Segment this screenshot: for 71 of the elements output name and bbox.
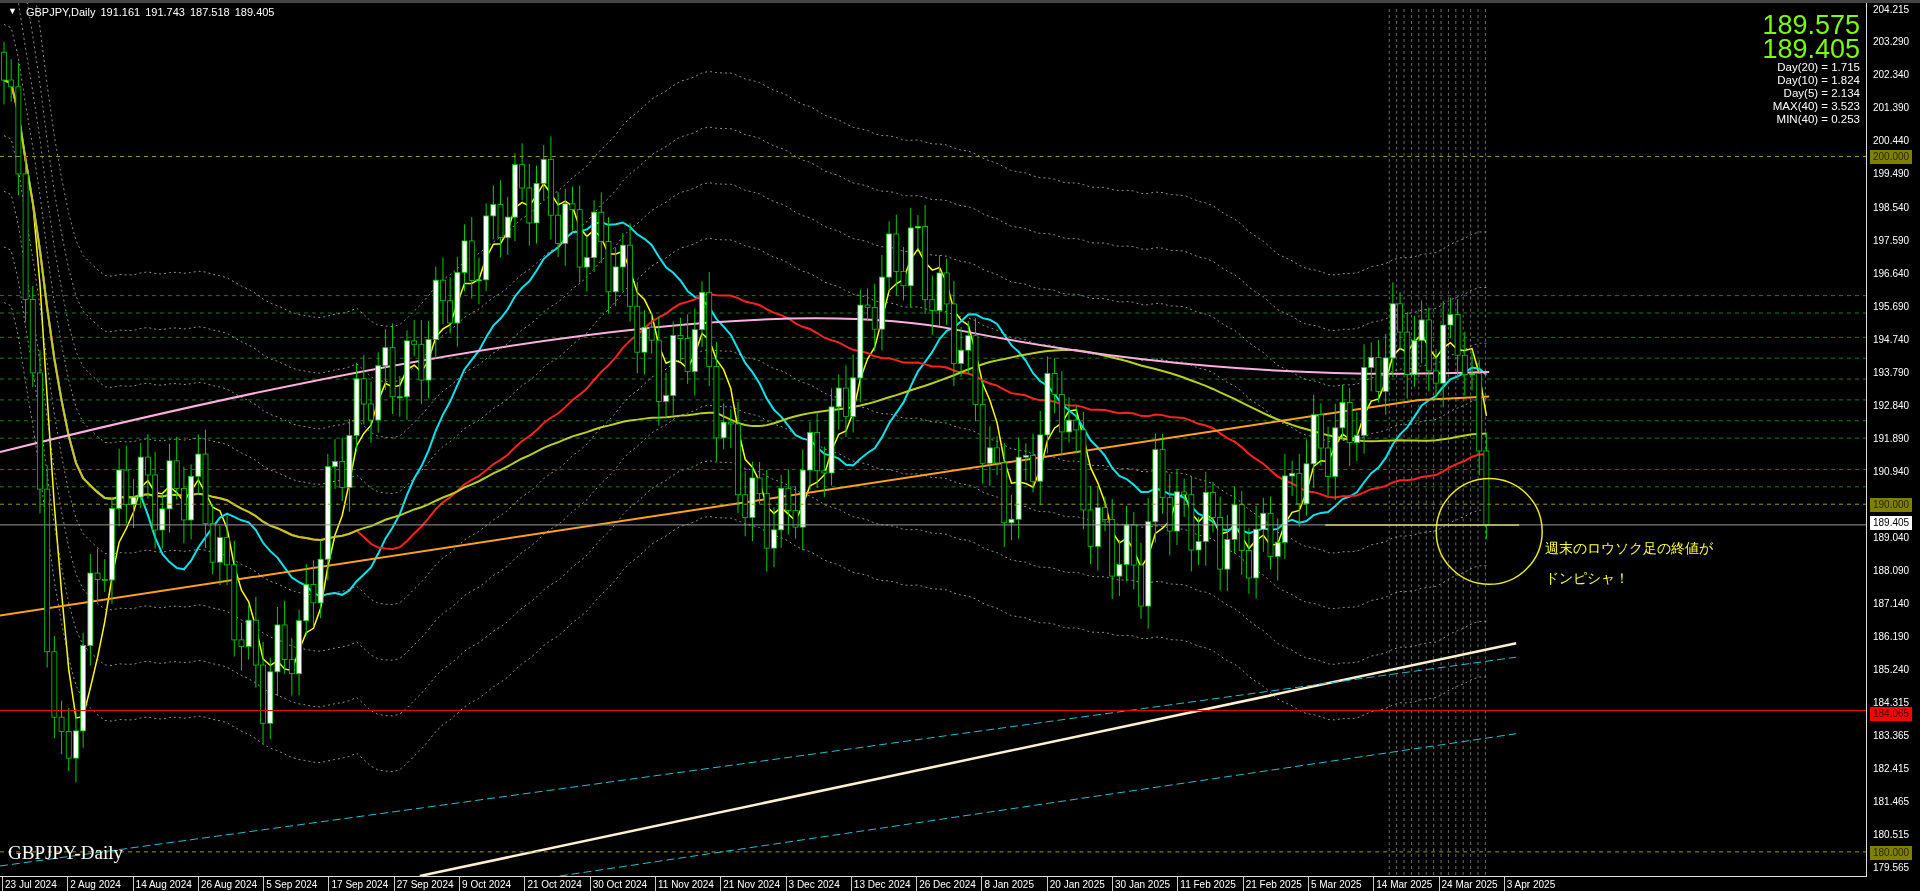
range-stat: Day(10) = 1.824: [1776, 74, 1860, 87]
price-tick: 180.515: [1873, 827, 1910, 842]
date-tick: 3 Apr 2025: [1503, 877, 1570, 891]
price-tick: 190.940: [1873, 465, 1910, 480]
range-stat: Day(20) = 1.715: [1776, 61, 1860, 74]
date-tick: 5 Sep 2024: [263, 877, 329, 891]
price-quote: 189.575: [1762, 13, 1860, 37]
date-tick: 11 Feb 2025: [1177, 877, 1243, 891]
price-tick: 198.540: [1873, 200, 1910, 215]
ohlc-value: 187.518: [189, 6, 230, 18]
price-level-tag: 200.000: [1870, 149, 1913, 164]
price-tick: 189.040: [1873, 531, 1910, 546]
price-tick: 181.465: [1873, 794, 1910, 809]
date-tick: 27 Sep 2024: [393, 877, 460, 891]
price-tick: 193.790: [1873, 365, 1910, 380]
price-tick: 204.215: [1873, 3, 1910, 17]
price-tick: 202.340: [1873, 68, 1910, 83]
date-tick: 11 Nov 2024: [654, 877, 721, 891]
chart-label: GBPJPY-Daily: [8, 842, 124, 864]
date-tick: 8 Jan 2025: [981, 877, 1047, 891]
price-level-tag: 189.405: [1870, 516, 1913, 531]
range-stat: MAX(40) = 3.523: [1771, 100, 1860, 113]
price-tick: 188.090: [1873, 564, 1910, 579]
price-tick: 197.590: [1873, 233, 1910, 248]
price-tick: 201.390: [1873, 101, 1910, 116]
price-tick: 182.415: [1873, 761, 1910, 776]
date-tick: 26 Dec 2024: [916, 877, 982, 891]
date-tick: 30 Oct 2024: [589, 877, 655, 891]
price-level-tag: 180.000: [1870, 845, 1913, 860]
date-tick: 2 Aug 2024: [67, 877, 133, 891]
price-tick: 186.190: [1873, 630, 1910, 645]
date-tick: 21 Oct 2024: [524, 877, 590, 891]
ohlc-value: 191.743: [145, 6, 185, 18]
ohlc-value: 191.161: [100, 6, 141, 18]
price-tick: 199.490: [1873, 167, 1910, 182]
price-tick: 192.840: [1873, 398, 1910, 413]
price-tick: 187.140: [1873, 597, 1910, 612]
date-tick: 9 Oct 2024: [459, 877, 525, 891]
annotation-text: 週末のロウソク足の終値が: [1545, 539, 1713, 558]
date-tick: 14 Mar 2025: [1373, 877, 1439, 891]
date-tick: 24 Mar 2025: [1438, 877, 1504, 891]
price-tick: 194.740: [1873, 332, 1910, 347]
range-stat: Day(5) = 2.134: [1782, 87, 1860, 100]
symbol-title: GBPJPY,Daily: [25, 6, 96, 18]
date-tick: 30 Jan 2025: [1112, 877, 1178, 891]
price-tick: 203.290: [1873, 35, 1910, 50]
price-level-tag: 184.065: [1870, 707, 1913, 722]
price-tick: 200.440: [1873, 134, 1910, 149]
annotation-text: ドンピシャ！: [1545, 569, 1630, 588]
price-tick: 191.890: [1873, 432, 1910, 446]
price-tick: 183.365: [1873, 728, 1910, 743]
price-tick: 196.640: [1873, 266, 1910, 281]
date-tick: 20 Jan 2025: [1046, 877, 1113, 891]
price-quote: 189.405: [1762, 37, 1860, 61]
price-level-tag: 190.000: [1870, 497, 1913, 512]
range-stat: MIN(40) = 0.253: [1775, 113, 1860, 126]
price-tick: 185.240: [1873, 663, 1910, 678]
date-tick: 3 Dec 2024: [785, 877, 851, 891]
date-tick: 26 Aug 2024: [197, 877, 264, 891]
date-tick: 17 Sep 2024: [328, 877, 394, 891]
date-tick: 14 Aug 2024: [132, 877, 198, 891]
date-tick: 5 Mar 2025: [1307, 877, 1374, 891]
price-tick: 195.690: [1873, 299, 1910, 314]
menu-glyph[interactable]: ▼: [8, 6, 17, 18]
date-tick: 21 Feb 2025: [1242, 877, 1308, 891]
price-tick: 184.315: [1873, 695, 1910, 709]
price-tick: 179.565: [1873, 861, 1910, 875]
date-tick: 23 Jul 2024: [2, 877, 68, 891]
date-tick: 13 Dec 2024: [850, 877, 917, 891]
ohlc-value: 189.405: [234, 6, 275, 18]
date-tick: 21 Nov 2024: [720, 877, 786, 891]
